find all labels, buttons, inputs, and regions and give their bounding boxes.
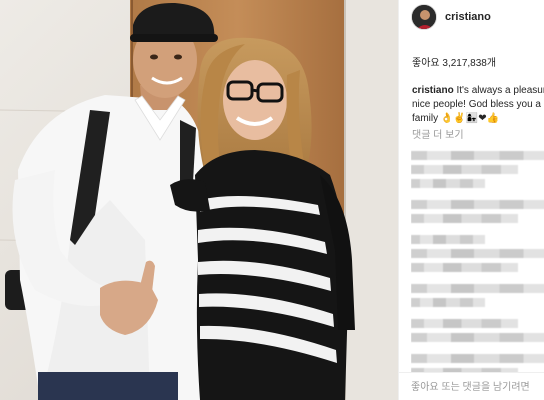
comment-line	[411, 263, 519, 272]
comment-line	[411, 200, 544, 209]
caption-line-2: nice people! God bless you a	[412, 99, 541, 110]
post-photo[interactable]	[0, 0, 398, 400]
comment-line	[411, 298, 485, 307]
comment-line	[411, 284, 544, 293]
post-sidebar: cristiano 좋아요 3,217,838개 cristiano It's …	[398, 0, 544, 400]
blurred-comments	[411, 146, 544, 372]
post-caption: cristiano It's always a pleasure nice pe…	[412, 84, 544, 126]
comment-line	[411, 235, 485, 244]
comment-line	[411, 179, 485, 188]
comment-line	[411, 249, 544, 258]
profile-avatar-icon[interactable]	[411, 4, 437, 30]
post-header: cristiano	[399, 0, 544, 34]
likes-count[interactable]: 좋아요 3,217,838개	[412, 54, 496, 69]
caption-username[interactable]: cristiano	[412, 85, 454, 96]
instagram-post-window: cristiano 좋아요 3,217,838개 cristiano It's …	[0, 0, 544, 400]
comment-line	[411, 319, 519, 328]
comment-line	[411, 214, 519, 223]
comment-input[interactable]	[411, 380, 543, 394]
username-link[interactable]: cristiano	[445, 11, 491, 23]
view-more-comments-link[interactable]: 댓글 더 보기	[412, 126, 464, 141]
caption-line-1: It's always a pleasure	[453, 85, 544, 96]
comment-line	[411, 333, 544, 342]
caption-emoji: 👌✌👩‍👧❤👍	[440, 113, 500, 124]
comment-line	[411, 354, 544, 363]
comment-line	[411, 165, 519, 174]
comment-line	[411, 151, 544, 160]
caption-line-3: family	[412, 113, 439, 124]
comment-footer	[399, 372, 544, 400]
